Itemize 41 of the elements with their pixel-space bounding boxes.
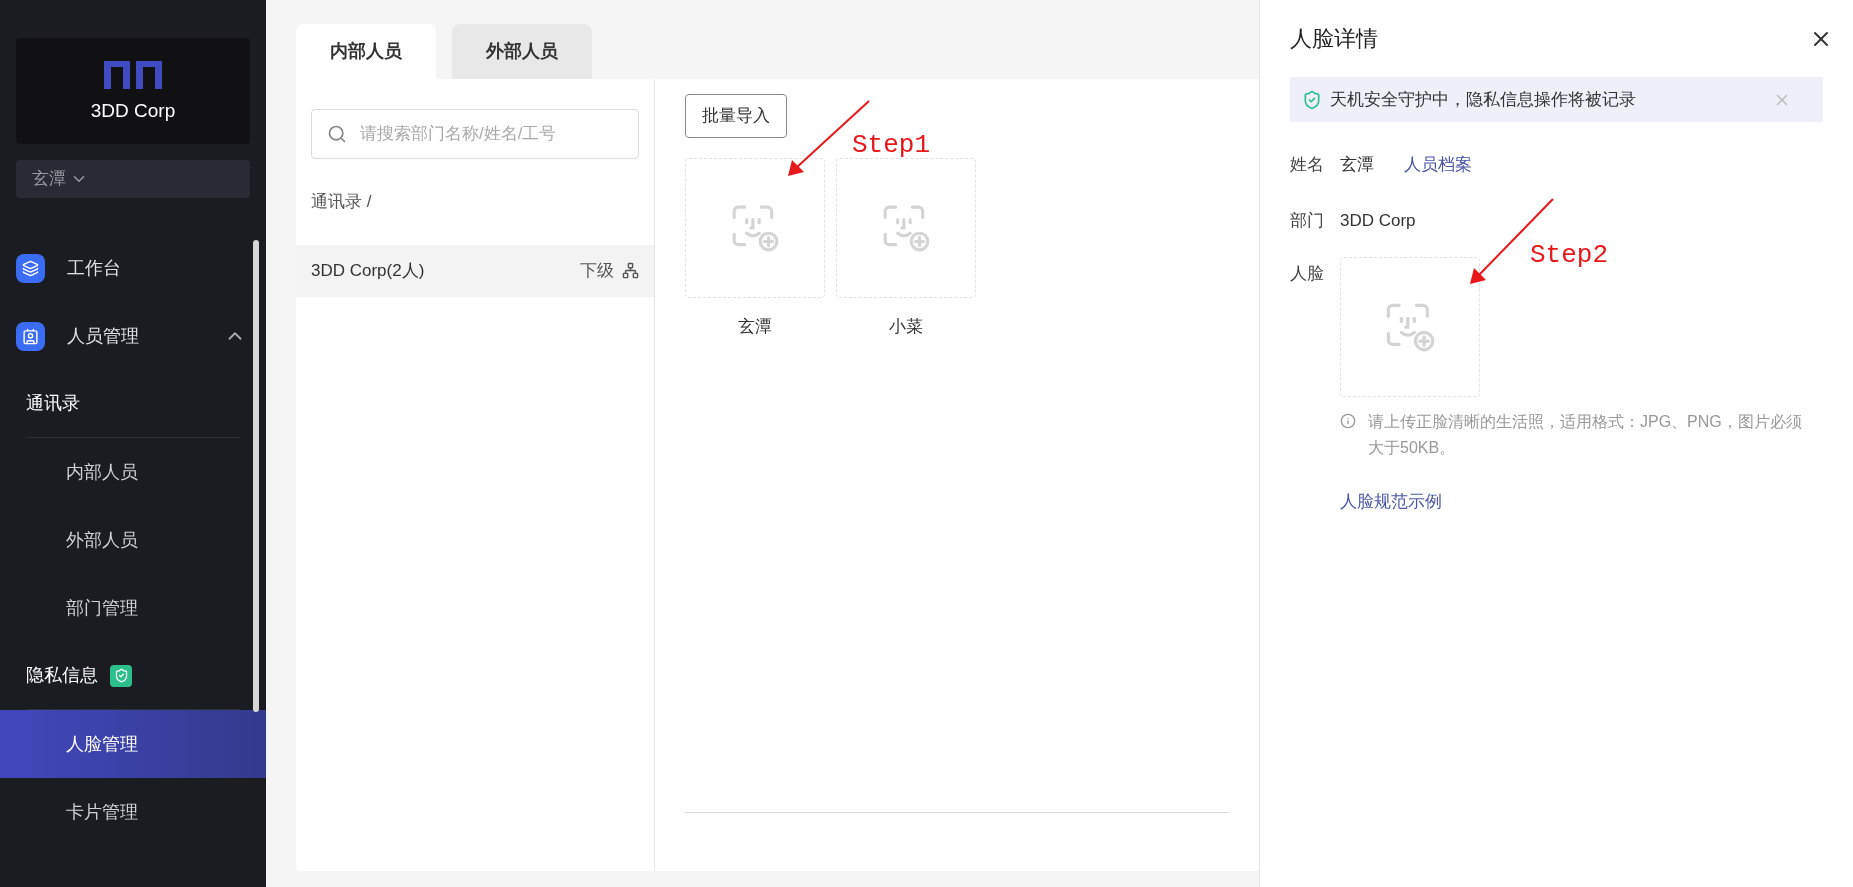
brand-name: 3DD Corp [90,98,176,123]
notice-text: 天机安全守护中，隐私信息操作将被记录 [1330,88,1637,111]
drawer-title: 人脸详情 [1290,25,1378,53]
person-name: 小菜 [889,316,923,338]
hint-text: 请上传正脸清晰的生活照，适用格式：JPG、PNG，图片必须大于50KB。 [1368,412,1803,458]
person-name: 玄潭 [738,316,772,338]
annotation-label: Step1 [852,129,930,162]
nav-item[interactable]: 内部人员 [0,438,266,506]
contact-card-icon [16,321,45,351]
search-field[interactable]: 请搜索部门名称/姓名/工号 [311,109,639,159]
field-label: 部门 [1290,209,1325,232]
department-row[interactable]: 3DD Corp(2人) 下级 [296,244,654,297]
search-icon [327,124,347,144]
hierarchy-icon [622,262,639,279]
department-name: 3DD Corp(2人) [311,259,426,282]
nav-item[interactable]: 部门管理 [0,574,266,642]
batch-import-button[interactable]: 批量导入 [685,94,787,138]
nav-item[interactable]: 卡片管理 [0,778,266,846]
nav-item[interactable]: 人脸管理 [0,710,266,778]
face-add-icon [730,203,780,253]
field-value: 玄潭 [1340,154,1375,176]
breadcrumb: 通讯录 / [311,191,373,213]
scrollbar[interactable] [253,240,259,712]
field-value: 3DD Corp [1340,209,1416,232]
field-label: 姓名 [1290,154,1325,176]
face-add-icon [881,203,931,253]
info-icon [1340,413,1356,429]
sub-level-link[interactable]: 下级 [580,257,639,284]
face-upload-slot[interactable] [836,158,976,298]
shield-icon [1302,89,1322,110]
field-label: 人脸 [1290,263,1325,285]
tab[interactable]: 内部人员 [296,24,436,79]
tab[interactable]: 外部人员 [452,24,592,79]
layers-icon [16,253,45,283]
annotation-label: Step2 [1530,239,1608,272]
nav-item[interactable]: 外部人员 [0,506,266,574]
nav-section: 通讯录 [26,370,240,438]
face-add-icon [1384,301,1436,353]
profile-link[interactable]: 人员档案 [1404,152,1472,178]
example-link[interactable]: 人脸规范示例 [1340,489,1442,515]
user-dropdown[interactable]: 玄潭 [16,160,250,198]
